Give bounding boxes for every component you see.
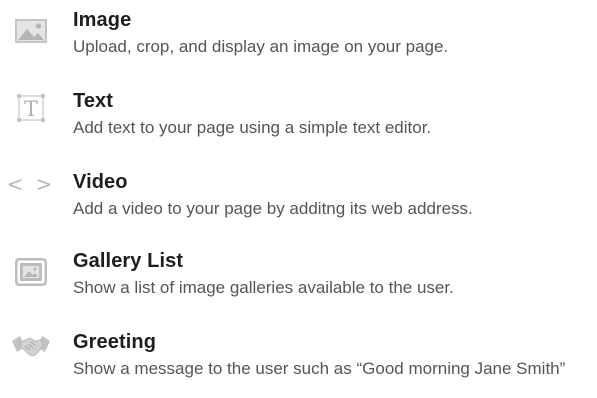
block-description: Show a message to the user such as “Good… (73, 359, 566, 378)
block-description: Show a list of image galleries available… (73, 278, 454, 297)
block-description: Upload, crop, and display an image on yo… (73, 37, 449, 56)
block-title: Video (73, 171, 128, 193)
gallery-icon (10, 254, 52, 290)
svg-text:T: T (24, 97, 38, 121)
block-type-list: Image Upload, crop, and display an image… (0, 0, 597, 398)
block-title: Gallery List (73, 250, 184, 272)
image-icon (10, 13, 52, 49)
icon-glyph: < > (6, 172, 56, 196)
block-description: Add text to your page using a simple tex… (73, 118, 432, 137)
block-title: Image (73, 9, 132, 31)
block-title: Greeting (73, 331, 157, 353)
block-title: Text (73, 90, 114, 112)
block-description: Add a video to your page by additng its … (73, 199, 473, 218)
code-brackets-icon: < > (7, 166, 53, 202)
text-icon: T (10, 90, 52, 126)
handshake-icon (10, 329, 52, 365)
